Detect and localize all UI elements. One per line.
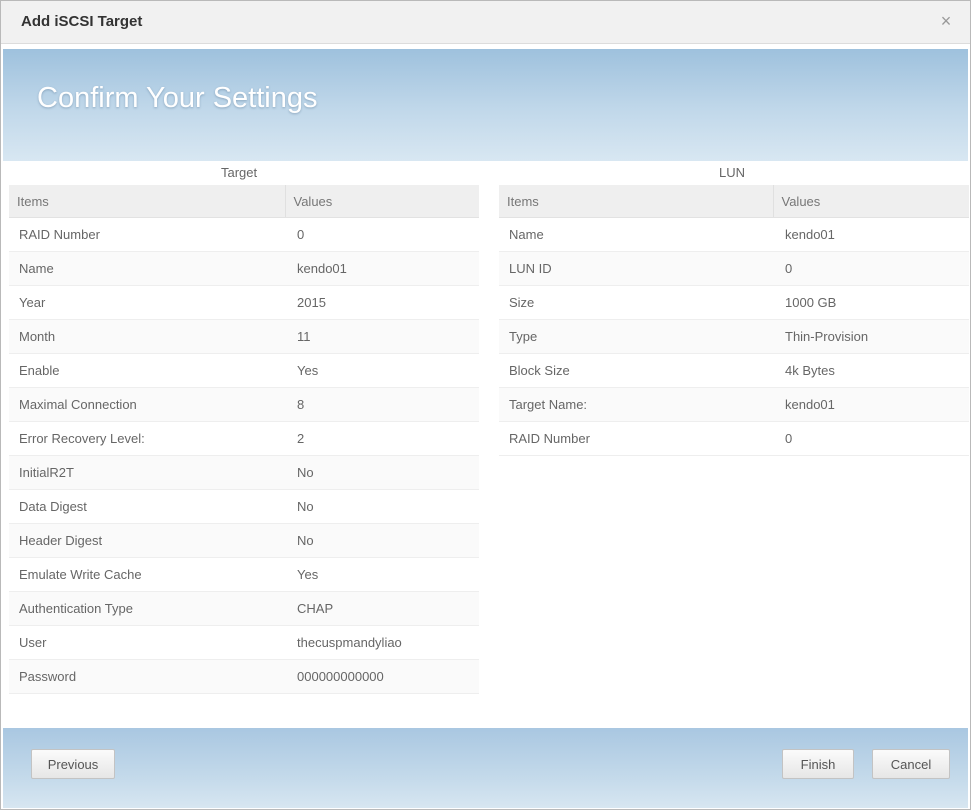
table-row: User thecuspmandyliao	[9, 625, 479, 660]
row-item-value: kendo01	[773, 217, 969, 252]
table-row: Month 11	[9, 319, 479, 354]
previous-button[interactable]: Previous	[31, 749, 115, 779]
table-row: Password 000000000000	[9, 659, 479, 694]
table-row: RAID Number 0	[9, 217, 479, 252]
lun-table: Items Values Name kendo01 LUN ID 0 Size 1000 …	[499, 185, 969, 456]
row-item-value: Thin-Provision	[773, 319, 969, 354]
row-item-label: LUN ID	[499, 251, 773, 286]
row-item-value: CHAP	[285, 591, 479, 626]
row-item-value: 1000 GB	[773, 285, 969, 320]
row-item-label: Password	[9, 659, 285, 694]
table-row: Data Digest No	[9, 489, 479, 524]
column-header-items[interactable]: Items	[9, 185, 285, 218]
header-banner: Confirm Your Settings	[3, 49, 968, 161]
row-item-label: Block Size	[499, 353, 773, 388]
row-item-label: Name	[499, 217, 773, 252]
table-row: Size 1000 GB	[499, 285, 969, 320]
row-item-value: No	[285, 489, 479, 524]
row-item-value: 8	[285, 387, 479, 422]
row-item-value: 0	[773, 251, 969, 286]
row-item-label: Enable	[9, 353, 285, 388]
table-row: Target Name: kendo01	[499, 387, 969, 422]
row-item-value: 2015	[285, 285, 479, 320]
row-item-value: 000000000000	[285, 659, 479, 694]
row-item-value: kendo01	[773, 387, 969, 422]
row-item-value: 2	[285, 421, 479, 456]
row-item-value: 0	[285, 217, 479, 252]
row-item-value: Yes	[285, 557, 479, 592]
row-item-value: 11	[285, 319, 479, 354]
table-row: Block Size 4k Bytes	[499, 353, 969, 388]
row-item-label: Header Digest	[9, 523, 285, 558]
row-item-value: 0	[773, 421, 969, 456]
table-row: Authentication Type CHAP	[9, 591, 479, 626]
table-row: Year 2015	[9, 285, 479, 320]
table-row: Enable Yes	[9, 353, 479, 388]
dialog-title: Add iSCSI Target	[21, 13, 143, 30]
table-row: Name kendo01	[499, 217, 969, 252]
page-title: Confirm Your Settings	[37, 82, 318, 114]
table-row: Error Recovery Level: 2	[9, 421, 479, 456]
table-header-row: Items Values	[9, 185, 479, 218]
row-item-value: No	[285, 455, 479, 490]
dialog-footer: Previous Finish Cancel	[3, 728, 968, 808]
row-item-value: No	[285, 523, 479, 558]
target-table: Items Values RAID Number 0 Name kendo01 Year…	[9, 185, 479, 694]
row-item-label: Year	[9, 285, 285, 320]
row-item-label: Type	[499, 319, 773, 354]
column-header-values[interactable]: Values	[772, 185, 969, 218]
row-item-label: Authentication Type	[9, 591, 285, 626]
table-row: InitialR2T No	[9, 455, 479, 490]
row-item-label: RAID Number	[9, 217, 285, 252]
row-item-label: Month	[9, 319, 285, 354]
row-item-value: thecuspmandyliao	[285, 625, 479, 660]
add-iscsi-target-dialog: Add iSCSI Target × Confirm Your Settings…	[0, 0, 971, 810]
row-item-label: Error Recovery Level:	[9, 421, 285, 456]
dialog-titlebar: Add iSCSI Target ×	[1, 1, 970, 44]
table-row: Maximal Connection 8	[9, 387, 479, 422]
row-item-label: Name	[9, 251, 285, 286]
row-item-value: 4k Bytes	[773, 353, 969, 388]
table-header-row: Items Values	[499, 185, 969, 218]
column-header-items[interactable]: Items	[499, 185, 773, 218]
table-row: Type Thin-Provision	[499, 319, 969, 354]
row-item-label: User	[9, 625, 285, 660]
row-item-label: Emulate Write Cache	[9, 557, 285, 592]
cancel-button[interactable]: Cancel	[872, 749, 950, 779]
close-icon[interactable]: ×	[936, 11, 956, 31]
row-item-label: Target Name:	[499, 387, 773, 422]
lun-section-label: LUN	[719, 165, 746, 180]
row-item-value: Yes	[285, 353, 479, 388]
row-item-value: kendo01	[285, 251, 479, 286]
target-section-label: Target	[221, 165, 258, 180]
row-item-label: InitialR2T	[9, 455, 285, 490]
row-item-label: Data Digest	[9, 489, 285, 524]
table-row: LUN ID 0	[499, 251, 969, 286]
column-header-values[interactable]: Values	[284, 185, 479, 218]
row-item-label: Size	[499, 285, 773, 320]
table-row: Emulate Write Cache Yes	[9, 557, 479, 592]
row-item-label: Maximal Connection	[9, 387, 285, 422]
table-row: Header Digest No	[9, 523, 479, 558]
row-item-label: RAID Number	[499, 421, 773, 456]
table-row: Name kendo01	[9, 251, 479, 286]
table-row: RAID Number 0	[499, 421, 969, 456]
finish-button[interactable]: Finish	[782, 749, 854, 779]
